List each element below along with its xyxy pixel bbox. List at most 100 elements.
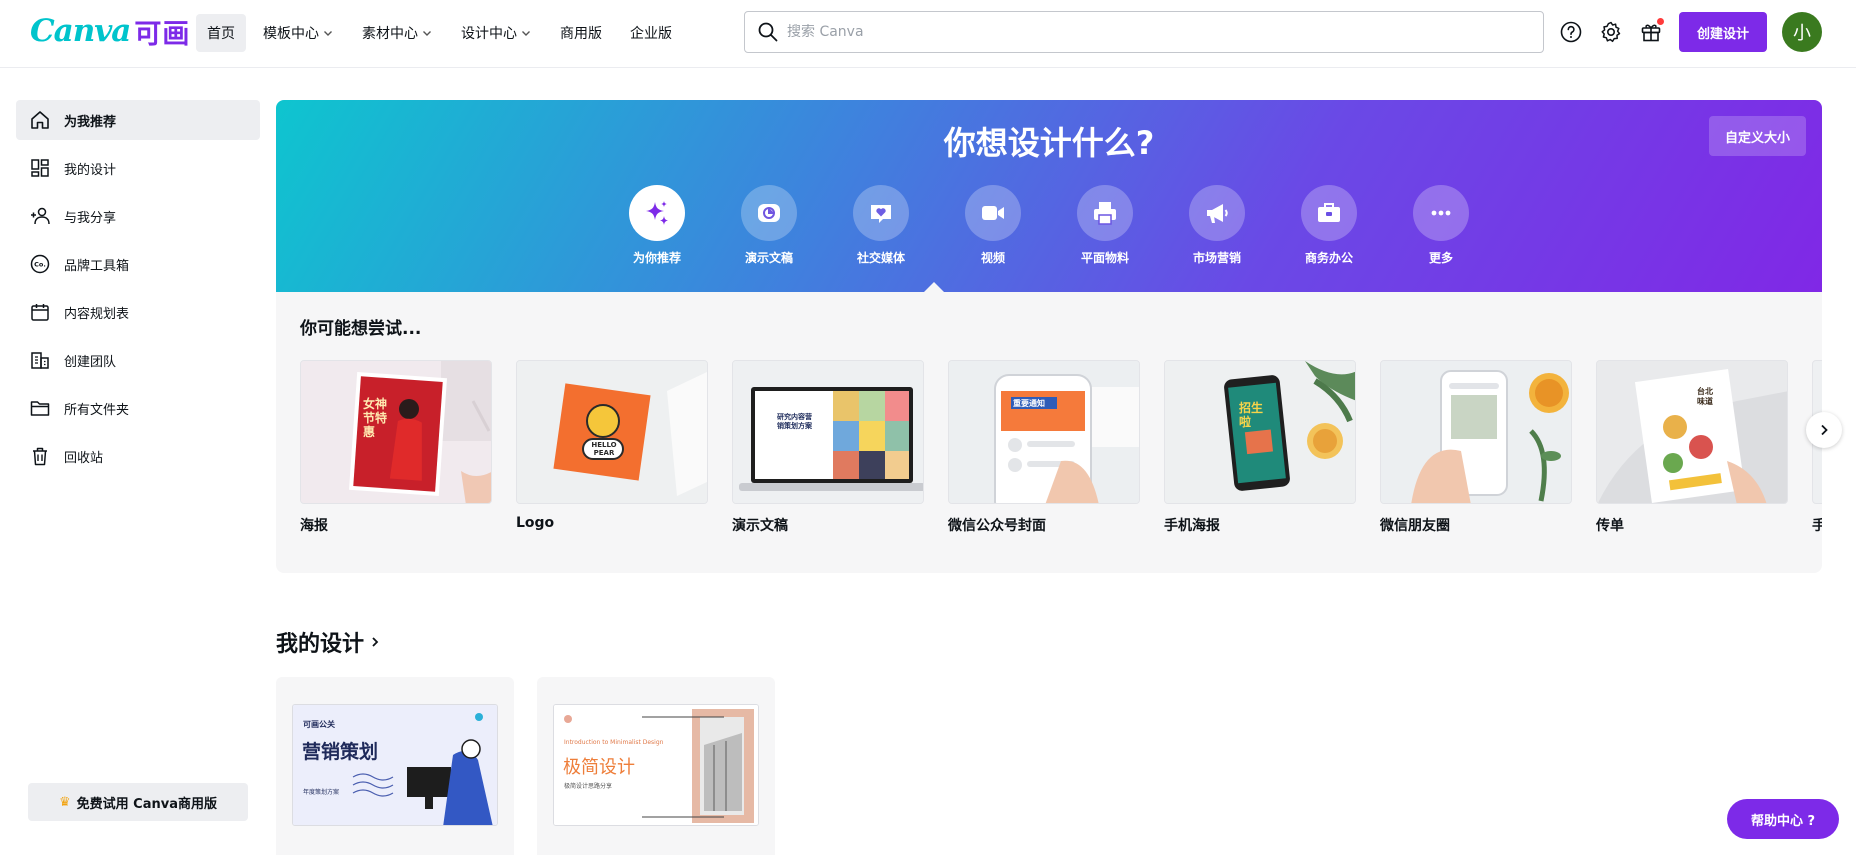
sidebar: 为我推荐 我的设计 与我分享 Co. 品牌工具箱 内容规划表 创建团队 所有文件… bbox=[0, 68, 272, 855]
design-subtitle-text: 极简设计思路分享 bbox=[564, 783, 613, 790]
category-business[interactable]: 商务办公 bbox=[1284, 185, 1374, 266]
presentation-icon bbox=[741, 185, 797, 241]
search-bar bbox=[744, 11, 1544, 53]
presentation-thumb-text: 研究内容营销策划方案 bbox=[777, 413, 812, 430]
card-label: Logo bbox=[516, 515, 555, 531]
top-header: Canva 可画 首页 模板中心 素材中心 设计中心 商用版 企业版 创建设计 … bbox=[0, 0, 1856, 68]
nav-design-center-label: 设计中心 bbox=[461, 26, 517, 42]
sidebar-item-label: 所有文件夹 bbox=[64, 402, 130, 418]
sidebar-item-folders[interactable]: 所有文件夹 bbox=[16, 388, 260, 428]
svg-text:Co.: Co. bbox=[34, 261, 46, 269]
logo-thumbnail: HELLO PEAR bbox=[516, 360, 708, 504]
free-trial-button[interactable]: ♛ 免费试用 Canva商用版 bbox=[28, 783, 248, 821]
category-more[interactable]: 更多 bbox=[1396, 185, 1486, 266]
hero-title: 你想设计什么? bbox=[943, 124, 1155, 162]
presentation-thumbnail: 研究内容营销策划方案 bbox=[732, 360, 924, 504]
card-label: 手 bbox=[1812, 518, 1822, 534]
sidebar-item-trash[interactable]: 回收站 bbox=[16, 436, 260, 476]
template-card-presentation[interactable]: 研究内容营销策划方案 演示文稿 bbox=[732, 360, 924, 535]
search-icon bbox=[758, 22, 778, 42]
nav-business[interactable]: 商用版 bbox=[549, 14, 613, 52]
suggestions-panel: 你可能想尝试... 女神节特惠 海报 HELLO PEAR Logo 研究内容营… bbox=[276, 292, 1822, 573]
category-print[interactable]: 平面物料 bbox=[1060, 185, 1150, 266]
template-card-poster[interactable]: 女神节特惠 海报 bbox=[300, 360, 492, 535]
more-icon bbox=[1413, 185, 1469, 241]
category-label: 平面物料 bbox=[1080, 251, 1129, 265]
nav-enterprise-label: 企业版 bbox=[630, 26, 672, 42]
logo-text: Canva bbox=[30, 13, 131, 49]
hero-banner: 你想设计什么? 自定义大小 为你推荐 演示文稿 社交媒体 视频 平面物料 市场营… bbox=[276, 100, 1822, 292]
nav-home[interactable]: 首页 bbox=[196, 14, 246, 52]
category-video[interactable]: 视频 bbox=[948, 185, 1038, 266]
category-label: 视频 bbox=[980, 251, 1005, 265]
nav-enterprise[interactable]: 企业版 bbox=[619, 14, 683, 52]
category-marketing[interactable]: 市场营销 bbox=[1172, 185, 1262, 266]
design-card-minimalist[interactable]: Introduction to Minimalist Design 极简设计 极… bbox=[537, 677, 775, 855]
chevron-right-icon bbox=[372, 637, 379, 647]
category-for-you[interactable]: 为你推荐 bbox=[612, 185, 702, 266]
briefcase-icon bbox=[1301, 185, 1357, 241]
nav-templates-label: 模板中心 bbox=[263, 26, 319, 42]
design-title-text: 营销策划 bbox=[302, 741, 379, 763]
mobile-poster-thumbnail: 招生啦 bbox=[1164, 360, 1356, 504]
help-center-button[interactable]: 帮助中心 ? bbox=[1727, 799, 1839, 839]
category-social-media[interactable]: 社交媒体 bbox=[836, 185, 926, 266]
sidebar-item-my-designs[interactable]: 我的设计 bbox=[16, 148, 260, 188]
nav-templates[interactable]: 模板中心 bbox=[252, 14, 345, 52]
video-icon bbox=[965, 185, 1021, 241]
category-label: 更多 bbox=[1428, 251, 1453, 265]
search-input[interactable] bbox=[787, 24, 1487, 40]
sidebar-item-planner[interactable]: 内容规划表 bbox=[16, 292, 260, 332]
category-label: 演示文稿 bbox=[744, 251, 793, 265]
grid-icon bbox=[28, 156, 52, 180]
wechat-cover-thumbnail: 重要通知 bbox=[948, 360, 1140, 504]
team-icon bbox=[28, 348, 52, 372]
category-label: 市场营销 bbox=[1192, 251, 1241, 265]
nav-design-center[interactable]: 设计中心 bbox=[450, 14, 543, 52]
design-card-marketing[interactable]: 可画公关 营销策划 年度策划方案 bbox=[276, 677, 514, 855]
my-designs-title[interactable]: 我的设计 bbox=[276, 626, 382, 658]
carousel-next-button[interactable] bbox=[1806, 412, 1842, 448]
category-presentation[interactable]: 演示文稿 bbox=[724, 185, 814, 266]
megaphone-icon bbox=[1189, 185, 1245, 241]
nav-assets[interactable]: 素材中心 bbox=[351, 14, 444, 52]
chevron-down-icon bbox=[324, 31, 332, 36]
template-card-wechat-moments[interactable]: 微信朋友圈 bbox=[1380, 360, 1572, 535]
design-subtitle-text: 年度策划方案 bbox=[303, 789, 340, 796]
printer-icon bbox=[1077, 185, 1133, 241]
trash-icon bbox=[28, 444, 52, 468]
gift-icon[interactable] bbox=[1636, 17, 1666, 47]
heart-icon bbox=[853, 185, 909, 241]
avatar[interactable]: 小 bbox=[1782, 12, 1822, 52]
sidebar-item-brand-kit[interactable]: Co. 品牌工具箱 bbox=[16, 244, 260, 284]
sidebar-item-for-you[interactable]: 为我推荐 bbox=[16, 100, 260, 140]
template-card-flyer[interactable]: 台北味道 传单 bbox=[1596, 360, 1788, 535]
sidebar-item-create-team[interactable]: 创建团队 bbox=[16, 340, 260, 380]
nav-business-label: 商用版 bbox=[560, 26, 602, 42]
home-icon bbox=[28, 108, 52, 132]
create-design-button[interactable]: 创建设计 bbox=[1679, 12, 1767, 52]
flyer-thumb-text: 台北味道 bbox=[1697, 387, 1713, 406]
notification-dot bbox=[1657, 18, 1664, 25]
sidebar-item-label: 我的设计 bbox=[64, 162, 117, 178]
users-icon bbox=[28, 204, 52, 228]
canva-logo[interactable]: Canva 可画 bbox=[30, 12, 190, 50]
help-icon[interactable] bbox=[1556, 17, 1586, 47]
chevron-down-icon bbox=[423, 31, 431, 36]
category-pointer bbox=[924, 282, 944, 292]
template-card-mobile-poster[interactable]: 招生啦 手机海报 bbox=[1164, 360, 1356, 535]
template-card-logo[interactable]: HELLO PEAR Logo bbox=[516, 360, 708, 531]
design-top-text: Introduction to Minimalist Design bbox=[564, 739, 664, 746]
chevron-right-icon bbox=[1821, 424, 1828, 436]
sidebar-item-label: 创建团队 bbox=[64, 354, 117, 370]
design-thumbnail: 可画公关 营销策划 年度策划方案 bbox=[292, 704, 498, 826]
folder-icon bbox=[28, 396, 52, 420]
card-label: 传单 bbox=[1596, 518, 1624, 534]
gear-icon[interactable] bbox=[1596, 17, 1626, 47]
template-card-wechat-cover[interactable]: 重要通知 微信公众号封面 bbox=[948, 360, 1140, 535]
sidebar-item-shared[interactable]: 与我分享 bbox=[16, 196, 260, 236]
design-title-text: 极简设计 bbox=[563, 757, 635, 778]
custom-size-button[interactable]: 自定义大小 bbox=[1708, 116, 1806, 156]
poster-thumbnail: 女神节特惠 bbox=[300, 360, 492, 504]
card-label: 微信公众号封面 bbox=[948, 518, 1046, 534]
